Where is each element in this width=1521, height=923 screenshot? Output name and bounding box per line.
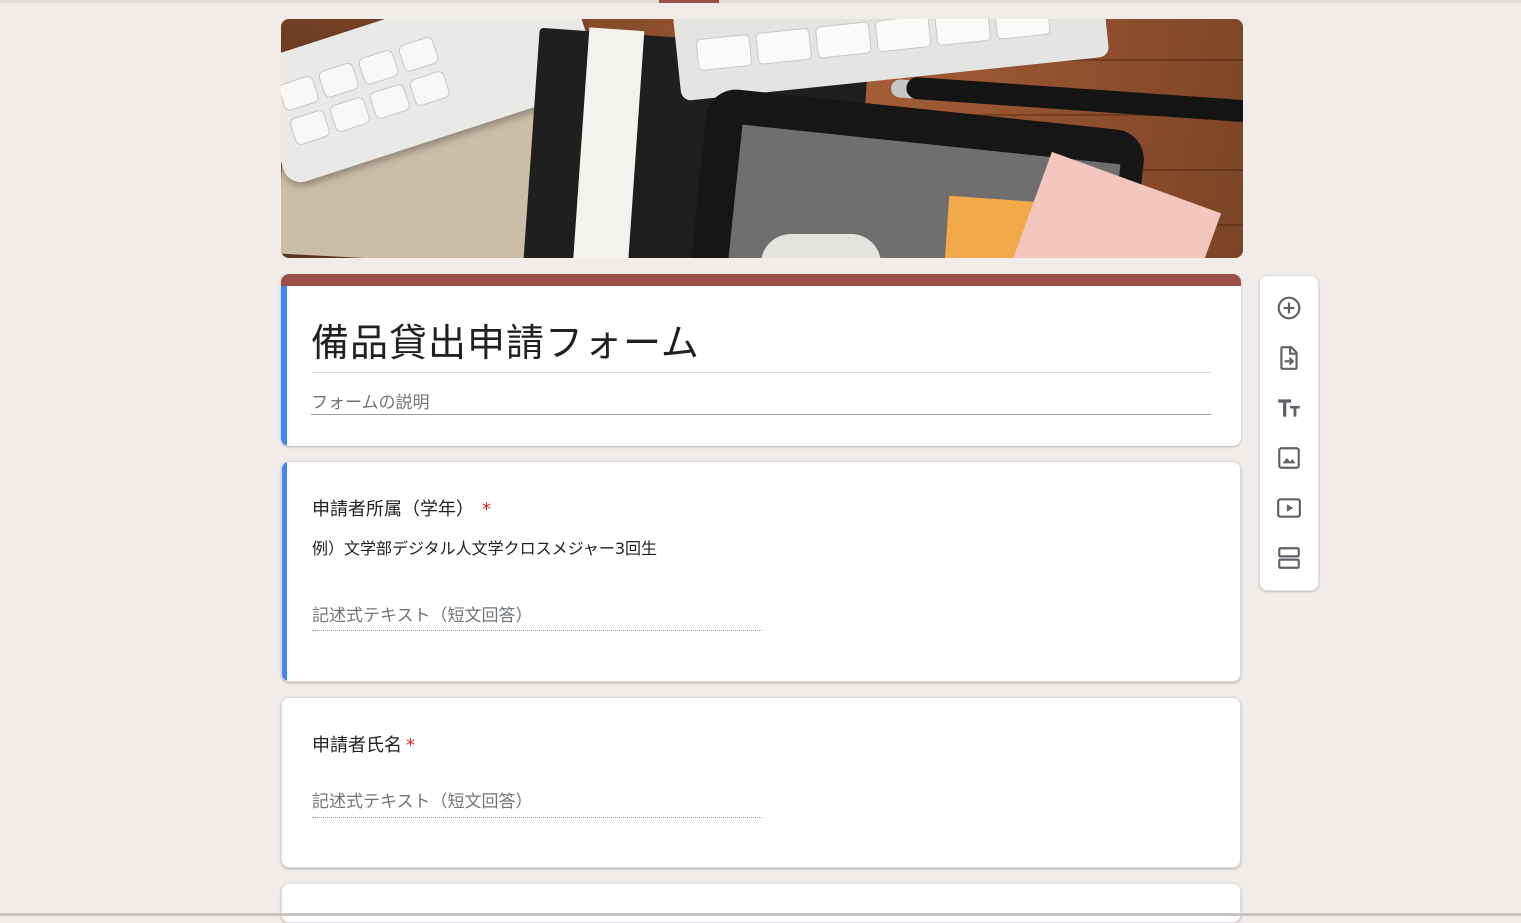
add-image-button[interactable]	[1272, 441, 1306, 475]
question-card[interactable]	[281, 883, 1241, 923]
question-card[interactable]: 申請者所属（学年） * 例）文学部デジタル人文学クロスメジャー3回生 記述式テキス…	[281, 461, 1241, 682]
question-card[interactable]: 申請者氏名 * 記述式テキスト（短文回答）	[281, 697, 1241, 868]
add-section-icon	[1278, 547, 1300, 569]
question-title: 申請者所属（学年） *	[312, 495, 491, 521]
add-video-button[interactable]	[1272, 491, 1306, 525]
title-underline	[311, 372, 1211, 373]
add-question-button[interactable]	[1272, 291, 1306, 325]
active-tab-indicator	[659, 0, 719, 3]
active-card-indicator	[281, 286, 287, 446]
form-description-input[interactable]: フォームの説明	[311, 388, 430, 413]
add-image-icon	[1278, 447, 1300, 469]
answer-underline	[312, 817, 762, 818]
required-asterisk: *	[406, 735, 415, 756]
import-questions-button[interactable]	[1272, 341, 1306, 375]
answer-underline	[312, 630, 762, 631]
required-asterisk: *	[482, 499, 491, 520]
active-card-indicator	[282, 462, 287, 681]
short-answer-placeholder: 記述式テキスト（短文回答）	[312, 606, 533, 626]
add-question-icon	[1277, 296, 1301, 320]
description-underline	[311, 414, 1211, 415]
theme-accent-bar	[281, 274, 1241, 286]
add-section-button[interactable]	[1272, 541, 1306, 575]
top-border	[0, 0, 1521, 3]
add-title-button[interactable]	[1272, 391, 1306, 425]
add-video-icon	[1277, 498, 1301, 518]
question-title-text: 申請者氏名	[312, 735, 402, 756]
form-title[interactable]: 備品貸出申請フォーム	[311, 312, 700, 367]
import-questions-icon	[1280, 346, 1298, 370]
form-title-card[interactable]: 備品貸出申請フォーム フォームの説明	[281, 274, 1241, 446]
add-title-icon	[1278, 399, 1300, 417]
question-help-text: 例）文学部デジタル人文学クロスメジャー3回生	[312, 539, 658, 558]
short-answer-placeholder: 記述式テキスト（短文回答）	[312, 792, 533, 812]
header-image	[281, 19, 1243, 258]
question-title-text: 申請者所属（学年）	[312, 499, 474, 520]
question-toolbar	[1259, 275, 1319, 591]
question-title: 申請者氏名 *	[312, 731, 415, 757]
